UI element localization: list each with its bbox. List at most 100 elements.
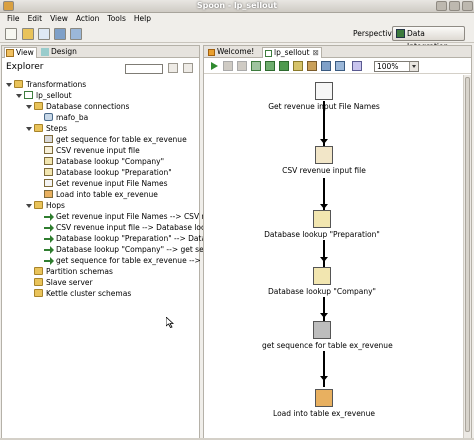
hop-arrow-icon [320,204,328,209]
minimize-button[interactable] [436,1,447,11]
perspective-button[interactable]: Data Integration [392,26,465,51]
hop-line[interactable] [323,297,325,322]
database-lookup-icon [313,267,331,285]
maximize-button[interactable] [449,1,460,11]
tab-design[interactable]: Design [40,47,80,58]
verify-icon[interactable] [251,61,261,71]
sql-icon[interactable] [321,61,331,71]
stop-icon[interactable] [237,61,247,71]
transformation-icon [265,50,272,57]
hop-arrow-icon [44,212,54,221]
main-toolbar: Perspective: Data Integration [0,25,474,51]
close-button[interactable] [462,1,473,11]
tab-welcome[interactable]: Welcome! [206,47,259,58]
save-icon[interactable] [54,28,66,40]
menu-tools[interactable]: Tools [107,13,125,25]
folder-icon [34,278,43,286]
open-folder-icon[interactable] [22,28,34,40]
replay-icon[interactable] [293,61,303,71]
database-lookup-icon [44,168,53,176]
folder-icon [34,102,43,110]
hop-arrow-icon [320,376,328,381]
csv-file-icon [44,146,53,154]
sequence-icon [313,321,331,339]
menu-view[interactable]: View [50,13,68,25]
csv-file-icon [315,146,333,164]
explorer-panel: View Design Explorer Transformations lp_… [1,45,225,439]
vertical-scrollbar[interactable] [463,75,471,438]
table-output-icon [44,190,53,198]
explore-repository-icon[interactable] [38,28,50,40]
window-title: Spoon - lp_sellout [196,1,278,10]
new-file-icon[interactable] [5,28,17,40]
view-icon [6,49,14,57]
mouse-cursor-icon [166,317,174,328]
tab-lp-sellout[interactable]: lp_sellout ⊠ [262,47,322,58]
hop-line[interactable] [323,240,325,267]
explorer-search-input[interactable] [125,64,163,74]
database-lookup-icon [44,157,53,165]
zoom-value: 100% [377,62,399,71]
title-bar: Spoon - lp_sellout [0,0,474,13]
expand-all-icon[interactable] [168,63,178,73]
transformation-canvas[interactable] [204,75,464,438]
impact-icon[interactable] [307,61,317,71]
zoom-select[interactable]: 100% [374,61,419,72]
chevron-down-icon[interactable] [409,62,418,71]
hop-arrow-icon [320,313,328,318]
data-integration-icon [396,29,405,38]
editor-tabs: Welcome! lp_sellout ⊠ [204,46,471,58]
expand-arrow-icon[interactable] [16,94,22,98]
hop-arrow-icon [44,256,54,265]
hop-arrow-icon [44,223,54,232]
folder-icon [34,267,43,275]
sequence-icon [44,135,53,143]
left-tabs: View Design [2,46,199,58]
hop-arrow-icon [320,139,328,144]
scrollbar-thumb[interactable] [465,77,470,432]
close-tab-icon[interactable]: ⊠ [313,48,319,57]
run-icon[interactable] [209,61,219,71]
table-output-icon [315,389,333,407]
canvas-step[interactable]: Load into table ex_revenue [264,389,384,418]
canvas-step[interactable]: Database lookup "Preparation" [262,210,382,239]
folder-icon [14,80,23,88]
expand-arrow-icon[interactable] [26,127,32,131]
canvas-step[interactable]: CSV revenue input file [264,146,384,175]
menu-bar: File Edit View Action Tools Help [0,13,474,25]
design-icon [41,48,49,56]
canvas-step[interactable]: Database lookup "Company" [262,267,382,296]
menu-file[interactable]: File [7,13,20,25]
database-icon [44,113,53,121]
menu-help[interactable]: Help [134,13,151,25]
expand-arrow-icon[interactable] [26,204,32,208]
preview-icon[interactable] [265,61,275,71]
collapse-all-icon[interactable] [183,63,193,73]
hop-arrow-icon [320,257,328,262]
explorer-title: Explorer [6,62,44,72]
save-as-icon[interactable] [70,28,82,40]
folder-icon [34,289,43,297]
canvas-toolbar: 100% [204,59,471,74]
canvas-step[interactable]: Get revenue input File Names [264,82,384,111]
transformation-icon [24,91,33,99]
folder-icon [34,201,43,209]
show-results-icon[interactable] [352,61,362,71]
pause-icon[interactable] [223,61,233,71]
hop-line[interactable] [323,351,325,387]
menu-action[interactable]: Action [76,13,100,25]
file-names-icon [44,179,53,187]
menu-edit[interactable]: Edit [28,13,43,25]
file-names-icon [315,82,333,100]
hop-arrow-icon [44,245,54,254]
canvas-step[interactable]: get sequence for table ex_revenue [262,321,393,350]
expand-arrow-icon[interactable] [26,105,32,109]
expand-arrow-icon[interactable] [6,83,12,87]
debug-icon[interactable] [279,61,289,71]
database-lookup-icon [313,210,331,228]
tab-view[interactable]: View [4,47,37,58]
folder-icon [34,124,43,132]
explore-db-icon[interactable] [335,61,345,71]
hop-arrow-icon [44,234,54,243]
welcome-icon [208,49,215,56]
